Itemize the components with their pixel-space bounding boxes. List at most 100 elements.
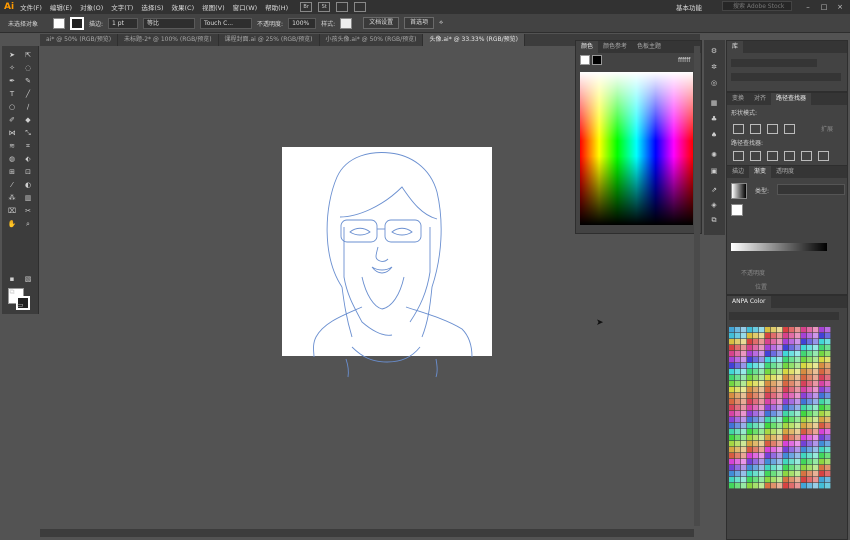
gradient-fill-swatch[interactable] [731, 204, 743, 216]
anpa-swatch[interactable] [789, 369, 795, 375]
anpa-swatch[interactable] [795, 465, 801, 471]
anpa-swatch[interactable] [807, 327, 813, 333]
gradient-slider[interactable] [731, 243, 827, 251]
anpa-swatch[interactable] [789, 387, 795, 393]
anpa-swatch[interactable] [729, 339, 735, 345]
anpa-swatch[interactable] [771, 447, 777, 453]
anpa-swatch[interactable] [777, 357, 783, 363]
anpa-swatch[interactable] [735, 447, 741, 453]
anpa-swatch[interactable] [801, 477, 807, 483]
close-button[interactable]: × [832, 0, 848, 14]
anpa-swatch[interactable] [765, 345, 771, 351]
anpa-swatch[interactable] [789, 405, 795, 411]
anpa-swatch[interactable] [771, 441, 777, 447]
live-paint-icon[interactable]: ⬖ [22, 154, 34, 164]
anpa-swatch[interactable] [729, 357, 735, 363]
anpa-swatch[interactable] [735, 477, 741, 483]
anpa-swatch[interactable] [783, 459, 789, 465]
anpa-swatch[interactable] [825, 429, 831, 435]
anpa-swatch[interactable] [729, 327, 735, 333]
gpu-icon[interactable] [354, 2, 367, 12]
anpa-swatch[interactable] [825, 345, 831, 351]
anpa-swatch[interactable] [753, 435, 759, 441]
anpa-swatch[interactable] [753, 363, 759, 369]
anpa-swatch[interactable] [807, 345, 813, 351]
tab-color-themes[interactable]: 色板主题 [632, 41, 666, 53]
anpa-swatch[interactable] [735, 363, 741, 369]
anpa-swatch[interactable] [759, 339, 765, 345]
anpa-swatch[interactable] [771, 375, 777, 381]
anpa-swatch[interactable] [747, 441, 753, 447]
anpa-swatch[interactable] [777, 333, 783, 339]
anpa-swatch[interactable] [765, 411, 771, 417]
anpa-swatch[interactable] [801, 411, 807, 417]
zoom-tool-icon[interactable]: ⌕ [22, 219, 34, 229]
anpa-swatch[interactable] [729, 429, 735, 435]
anpa-swatch[interactable] [747, 393, 753, 399]
anpa-swatch[interactable] [741, 405, 747, 411]
anpa-swatch[interactable] [771, 381, 777, 387]
hand-tool-icon[interactable]: ✋ [6, 219, 18, 229]
anpa-swatch[interactable] [741, 387, 747, 393]
anpa-swatch[interactable] [801, 357, 807, 363]
anpa-swatch[interactable] [759, 435, 765, 441]
divide-button[interactable] [733, 151, 744, 161]
anpa-swatch[interactable] [789, 327, 795, 333]
anpa-swatch[interactable] [825, 351, 831, 357]
ellipse-tool-icon[interactable]: ○ [6, 102, 18, 112]
anpa-swatch[interactable] [741, 399, 747, 405]
anpa-swatch[interactable] [753, 453, 759, 459]
stock-search-input[interactable]: 搜索 Adobe Stock [722, 1, 792, 11]
anpa-swatch[interactable] [753, 393, 759, 399]
anpa-swatch[interactable] [783, 363, 789, 369]
anpa-swatch[interactable] [777, 363, 783, 369]
magic-wand-icon[interactable]: ✧ [6, 63, 18, 73]
anpa-swatch[interactable] [735, 345, 741, 351]
anpa-swatch[interactable] [777, 435, 783, 441]
width-tool-icon[interactable]: ≋ [6, 141, 18, 151]
anpa-swatch[interactable] [795, 405, 801, 411]
anpa-swatch[interactable] [735, 471, 741, 477]
anpa-swatch[interactable] [813, 411, 819, 417]
unite-button[interactable] [733, 124, 744, 134]
anpa-swatch[interactable] [735, 351, 741, 357]
anpa-swatch[interactable] [765, 405, 771, 411]
library-search-input[interactable] [731, 73, 841, 81]
anpa-swatch[interactable] [795, 429, 801, 435]
anpa-swatch[interactable] [729, 441, 735, 447]
anpa-swatch[interactable] [807, 477, 813, 483]
anpa-swatch[interactable] [753, 429, 759, 435]
minus-front-button[interactable] [750, 124, 761, 134]
anpa-swatch[interactable] [741, 333, 747, 339]
anpa-swatch[interactable] [771, 351, 777, 357]
anpa-swatch[interactable] [765, 369, 771, 375]
draw-mode-icon[interactable]: ⧉ [6, 287, 18, 297]
anpa-swatch[interactable] [741, 447, 747, 453]
anpa-swatch[interactable] [747, 351, 753, 357]
tab-document-1[interactable]: ai* @ 50% (RGB/预览) [40, 34, 119, 46]
anpa-swatch[interactable] [783, 369, 789, 375]
anpa-swatch[interactable] [819, 387, 825, 393]
anpa-swatch[interactable] [747, 333, 753, 339]
anpa-swatch[interactable] [765, 453, 771, 459]
type-tool-icon[interactable]: T [6, 89, 18, 99]
anpa-swatch[interactable] [753, 465, 759, 471]
anpa-swatch[interactable] [765, 327, 771, 333]
anpa-swatch[interactable] [765, 441, 771, 447]
anpa-swatch[interactable] [819, 477, 825, 483]
tab-document-3[interactable]: 课程封面.ai @ 25% (RGB/预览) [219, 34, 320, 46]
anpa-swatch[interactable] [753, 345, 759, 351]
menu-file[interactable]: 文件(F) [20, 2, 42, 12]
anpa-swatch[interactable] [801, 363, 807, 369]
anpa-swatch[interactable] [747, 375, 753, 381]
anpa-swatch[interactable] [819, 465, 825, 471]
trim-button[interactable] [750, 151, 761, 161]
anpa-swatch[interactable] [777, 447, 783, 453]
image-trace-icon[interactable]: ✺ [708, 150, 720, 160]
anpa-swatch[interactable] [729, 483, 735, 489]
anpa-swatch[interactable] [795, 345, 801, 351]
anpa-swatch[interactable] [759, 393, 765, 399]
anpa-swatch[interactable] [759, 423, 765, 429]
anpa-swatch[interactable] [795, 363, 801, 369]
anpa-swatch[interactable] [819, 483, 825, 489]
